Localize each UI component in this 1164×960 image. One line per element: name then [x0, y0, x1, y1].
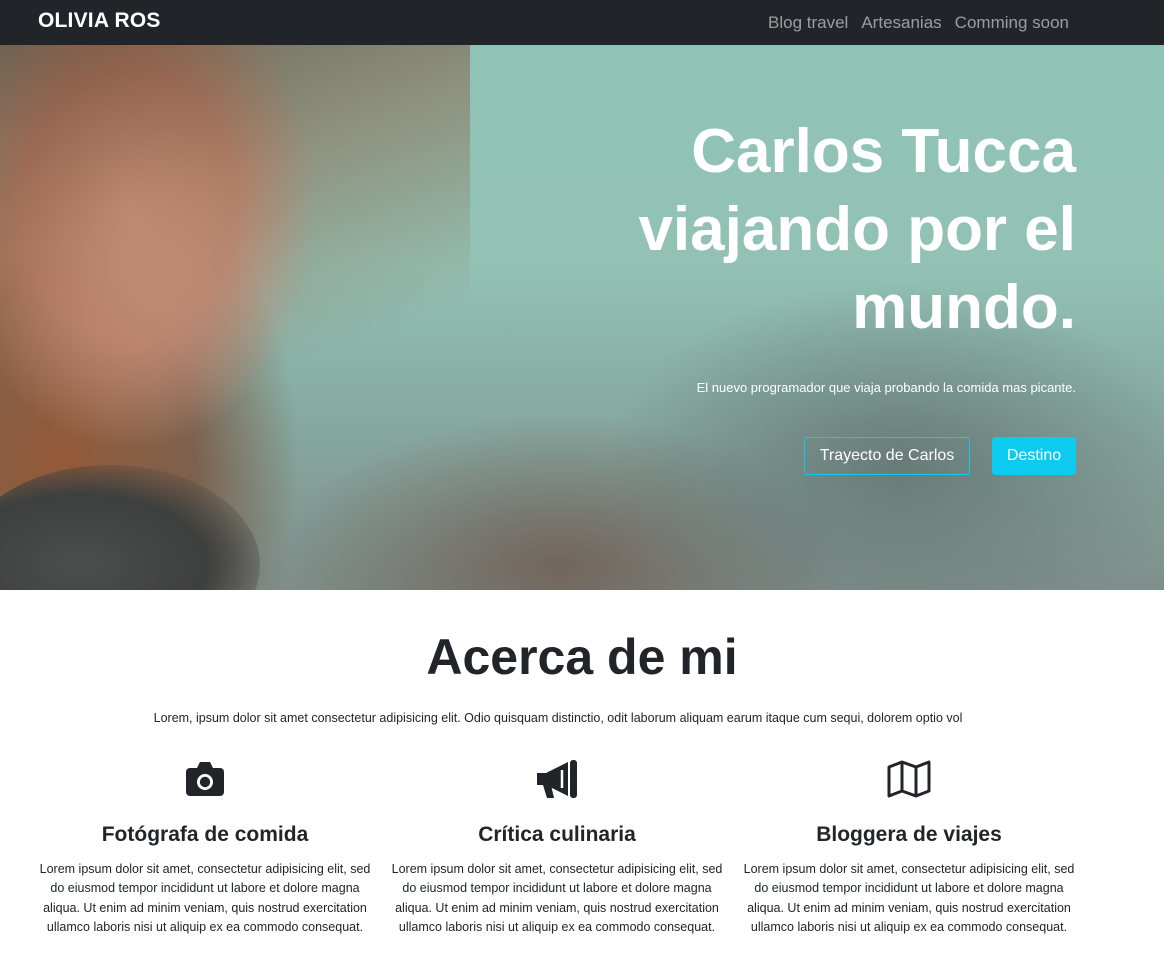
about-title: Acerca de mi — [426, 629, 738, 685]
navbar: OLIVIA ROS Blog travel Artesanias Commin… — [0, 0, 1164, 45]
brand-logo[interactable]: OLIVIA ROS — [38, 9, 161, 33]
nav-link-artesanias[interactable]: Artesanias — [861, 13, 941, 33]
feature-food-photographer: Fotógrafa de comida Lorem ipsum dolor si… — [38, 758, 372, 937]
camera-icon — [186, 762, 224, 796]
feature-title: Fotógrafa de comida — [101, 823, 309, 846]
nav-link-comming-soon[interactable]: Comming soon — [955, 13, 1069, 33]
about-intro: Lorem, ipsum dolor sit amet consectetur … — [153, 711, 963, 725]
nav-link-blog-travel[interactable]: Blog travel — [768, 13, 848, 33]
feature-text: Lorem ipsum dolor sit amet, consectetur … — [743, 862, 1075, 934]
feature-title: Bloggera de viajes — [816, 823, 1002, 846]
hero-title: Carlos Tucca viajando por el mundo. — [638, 117, 1076, 342]
megaphone-icon — [537, 760, 577, 798]
hero-section: Carlos Tucca viajando por el mundo. El n… — [0, 45, 1164, 590]
map-icon — [887, 760, 931, 798]
feature-culinary-critic: Crítica culinaria Lorem ipsum dolor sit … — [390, 758, 724, 937]
nav-links: Blog travel Artesanias Comming soon — [768, 0, 1069, 45]
feature-text: Lorem ipsum dolor sit amet, consectetur … — [391, 862, 723, 934]
destino-button[interactable]: Destino — [992, 437, 1076, 475]
feature-travel-blogger: Bloggera de viajes Lorem ipsum dolor sit… — [742, 758, 1076, 937]
feature-text: Lorem ipsum dolor sit amet, consectetur … — [39, 862, 371, 934]
trayecto-button[interactable]: Trayecto de Carlos — [804, 437, 970, 475]
hero-subtitle: El nuevo programador que viaja probando … — [696, 380, 1076, 395]
feature-title: Crítica culinaria — [478, 823, 636, 846]
